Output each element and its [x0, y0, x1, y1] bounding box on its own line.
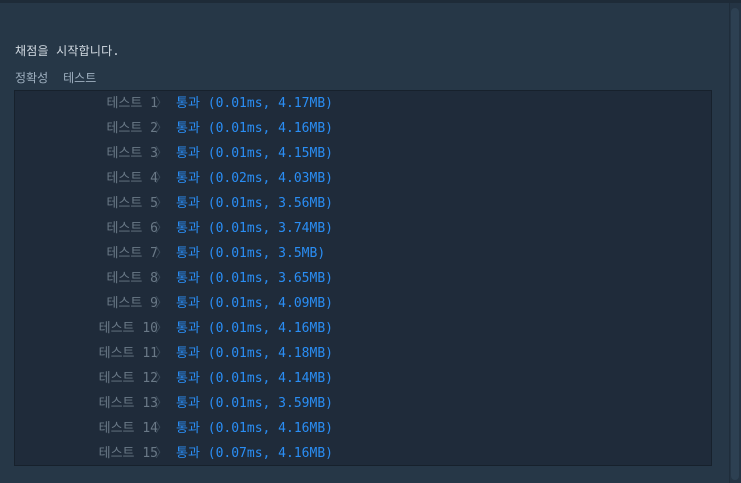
test-result-row: 테스트 11 〉 통과 (0.01ms, 4.18MB)	[15, 341, 711, 366]
chevron-right-icon: 〉	[155, 396, 169, 411]
top-divider	[0, 0, 741, 3]
test-result: 통과 (0.01ms, 4.14MB)	[176, 371, 333, 386]
test-result-row: 테스트 6 〉 통과 (0.01ms, 3.74MB)	[15, 216, 711, 241]
test-result: 통과 (0.07ms, 4.16MB)	[176, 446, 333, 461]
test-result-row: 테스트 3 〉 통과 (0.01ms, 4.15MB)	[15, 141, 711, 166]
test-result-row: 테스트 5 〉 통과 (0.01ms, 3.56MB)	[15, 191, 711, 216]
test-result-row: 테스트 9 〉 통과 (0.01ms, 4.09MB)	[15, 291, 711, 316]
test-result: 통과 (0.01ms, 4.16MB)	[176, 421, 333, 436]
chevron-right-icon: 〉	[155, 146, 169, 161]
test-name: 테스트 5	[106, 196, 158, 211]
test-result: 통과 (0.01ms, 4.16MB)	[176, 121, 333, 136]
test-name: 테스트 12	[98, 371, 158, 386]
chevron-right-icon: 〉	[155, 346, 169, 361]
chevron-right-icon: 〉	[155, 371, 169, 386]
test-name: 테스트 4	[106, 171, 158, 186]
scrollbar-thumb[interactable]	[731, 8, 739, 480]
test-name: 테스트 1	[106, 96, 158, 111]
test-name: 테스트 11	[98, 346, 158, 361]
chevron-right-icon: 〉	[155, 96, 169, 111]
test-result: 통과 (0.02ms, 4.03MB)	[176, 171, 333, 186]
test-result-row: 테스트 10 〉 통과 (0.01ms, 4.16MB)	[15, 316, 711, 341]
test-result-row: 테스트 2 〉 통과 (0.01ms, 4.16MB)	[15, 116, 711, 141]
grading-start-message: 채점을 시작합니다.	[15, 44, 120, 58]
test-result: 통과 (0.01ms, 3.65MB)	[176, 271, 333, 286]
test-name: 테스트 13	[98, 396, 158, 411]
chevron-right-icon: 〉	[155, 171, 169, 186]
test-result: 통과 (0.01ms, 4.18MB)	[176, 346, 333, 361]
test-result-row: 테스트 7 〉 통과 (0.01ms, 3.5MB)	[15, 241, 711, 266]
test-result-row: 테스트 4 〉 통과 (0.02ms, 4.03MB)	[15, 166, 711, 191]
chevron-right-icon: 〉	[155, 421, 169, 436]
test-result: 통과 (0.01ms, 3.56MB)	[176, 196, 333, 211]
test-result: 통과 (0.01ms, 4.17MB)	[176, 96, 333, 111]
chevron-right-icon: 〉	[155, 246, 169, 261]
chevron-right-icon: 〉	[155, 196, 169, 211]
test-name: 테스트 6	[106, 221, 158, 236]
results-panel: 테스트 1 〉 통과 (0.01ms, 4.17MB) 테스트 2 〉 통과 (…	[14, 90, 712, 466]
chevron-right-icon: 〉	[155, 221, 169, 236]
test-result-row: 테스트 1 〉 통과 (0.01ms, 4.17MB)	[15, 91, 711, 116]
chevron-right-icon: 〉	[155, 296, 169, 311]
test-result-row: 테스트 14 〉 통과 (0.01ms, 4.16MB)	[15, 416, 711, 441]
test-result-row: 테스트 12 〉 통과 (0.01ms, 4.14MB)	[15, 366, 711, 391]
test-name: 테스트 14	[98, 421, 158, 436]
section-heading: 정확성 테스트	[15, 69, 96, 86]
test-result-row: 테스트 13 〉 통과 (0.01ms, 3.59MB)	[15, 391, 711, 416]
test-result-row: 테스트 8 〉 통과 (0.01ms, 3.65MB)	[15, 266, 711, 291]
chevron-right-icon: 〉	[155, 321, 169, 336]
test-name: 테스트 15	[98, 446, 158, 461]
test-result: 통과 (0.01ms, 3.5MB)	[176, 246, 326, 261]
test-result: 통과 (0.01ms, 4.16MB)	[176, 321, 333, 336]
test-name: 테스트 10	[98, 321, 158, 336]
chevron-right-icon: 〉	[155, 446, 169, 461]
chevron-right-icon: 〉	[155, 271, 169, 286]
test-result: 통과 (0.01ms, 3.74MB)	[176, 221, 333, 236]
test-result: 통과 (0.01ms, 4.15MB)	[176, 146, 333, 161]
test-name: 테스트 2	[106, 121, 158, 136]
test-name: 테스트 7	[106, 246, 158, 261]
test-result-row: 테스트 15 〉 통과 (0.07ms, 4.16MB)	[15, 441, 711, 466]
test-name: 테스트 3	[106, 146, 158, 161]
test-name: 테스트 9	[106, 296, 158, 311]
accuracy-label: 정확성	[15, 71, 49, 85]
test-name: 테스트 8	[106, 271, 158, 286]
test-result: 통과 (0.01ms, 4.09MB)	[176, 296, 333, 311]
test-label: 테스트	[63, 71, 97, 85]
chevron-right-icon: 〉	[155, 121, 169, 136]
test-result: 통과 (0.01ms, 3.59MB)	[176, 396, 333, 411]
